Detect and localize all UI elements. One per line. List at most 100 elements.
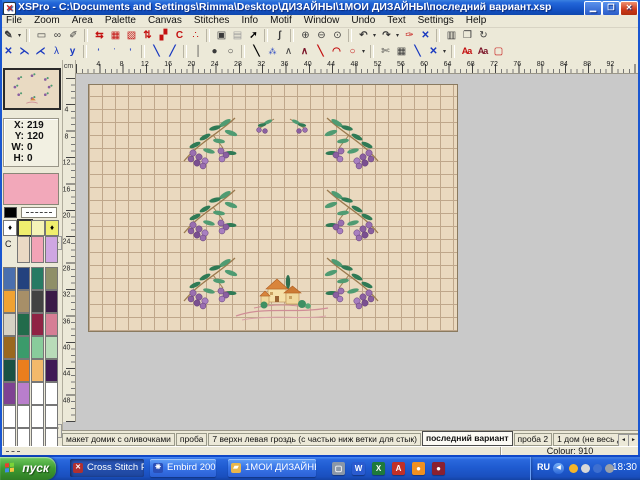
motif-flip-icon[interactable]: ⇆ [92, 29, 107, 43]
dropdown-arrow-icon[interactable]: ▾ [441, 45, 448, 59]
menu-item-palette[interactable]: Palette [99, 15, 142, 27]
palette-swatch[interactable] [3, 290, 16, 313]
palette-swatch[interactable] [3, 336, 16, 359]
path-motif[interactable] [234, 300, 330, 322]
save-file-icon[interactable]: ▥ [444, 29, 459, 43]
tray-icon[interactable] [605, 464, 614, 473]
marker-a-icon[interactable]: ╲ [410, 45, 425, 59]
sprig-motif[interactable] [286, 116, 312, 136]
minimize-button[interactable]: ▁ [584, 1, 602, 15]
menu-item-undo[interactable]: Undo [345, 15, 381, 27]
palette-swatch[interactable] [17, 267, 30, 290]
palette-swatch[interactable] [17, 290, 30, 313]
straight-stitch-icon[interactable]: │ [191, 45, 206, 59]
zoom-in-icon[interactable]: ⊕ [298, 29, 313, 43]
word-icon[interactable]: W [352, 462, 365, 475]
motif-resize-icon[interactable]: ⇅ [140, 29, 155, 43]
palette-swatch[interactable] [45, 405, 58, 428]
branch-motif[interactable] [321, 255, 383, 311]
language-indicator[interactable]: RU [537, 462, 550, 472]
fabric-tool-icon[interactable]: ▦ [394, 45, 409, 59]
palette-swatch[interactable] [31, 267, 44, 290]
dropdown-arrow-icon[interactable]: ▾ [360, 45, 367, 59]
backstitch-right-icon[interactable]: ╱ [165, 45, 180, 59]
curve-stitch-icon[interactable]: ◠ [329, 45, 344, 59]
ripper-tool-icon[interactable]: ✄ [378, 45, 393, 59]
monitor-icon[interactable]: ▢ [332, 462, 345, 475]
secondary-color-swatch[interactable] [4, 207, 17, 218]
stitch-canvas[interactable] [88, 84, 458, 332]
dropdown-arrow-icon[interactable]: ▾ [371, 29, 378, 43]
menu-item-area[interactable]: Area [66, 15, 99, 27]
delete-tool-icon[interactable]: ✕ [418, 29, 433, 43]
tray-icon[interactable] [593, 464, 602, 473]
threequarter-stitch-a-icon[interactable]: ⋋ [17, 45, 32, 59]
threequarter-stitch-b-icon[interactable]: ⋌ [33, 45, 48, 59]
menu-item-help[interactable]: Help [460, 15, 493, 27]
export-file-icon[interactable]: ❐ [460, 29, 475, 43]
motif-mirror-icon[interactable]: ▞ [156, 29, 171, 43]
scatter-tool-icon[interactable]: ∴ [188, 29, 203, 43]
rotate-tool-icon[interactable]: C [172, 29, 187, 43]
pencil-tool-icon[interactable]: ✎ [1, 29, 16, 43]
zoom-out-icon[interactable]: ⊖ [314, 29, 329, 43]
special-stitch-a-icon[interactable]: ╲ [249, 45, 264, 59]
palette-tall-swatch[interactable] [17, 236, 30, 263]
palette-swatch[interactable] [3, 405, 16, 428]
palette-swatch[interactable] [45, 359, 58, 382]
palette-swatch[interactable] [45, 313, 58, 336]
menu-item-info[interactable]: Info [235, 15, 264, 27]
close-button[interactable]: ✕ [620, 1, 638, 15]
design-preview[interactable] [3, 68, 61, 110]
diamond-cell[interactable]: ♦ [45, 220, 59, 236]
dropdown-arrow-icon[interactable]: ▾ [394, 29, 401, 43]
diamond-cell[interactable] [31, 220, 45, 236]
palette-swatch[interactable] [3, 382, 16, 405]
tray-icon[interactable] [581, 464, 590, 473]
petite-stitch-a-icon[interactable]: ʻ [91, 45, 106, 59]
palette-swatch[interactable] [31, 336, 44, 359]
palette-swatch[interactable] [31, 313, 44, 336]
full-stitch-icon[interactable]: ✕ [1, 45, 16, 59]
rect-select-tool-icon[interactable]: ▭ [34, 29, 49, 43]
branch-motif[interactable] [321, 115, 383, 171]
bead-open-icon[interactable]: ○ [223, 45, 238, 59]
palette-swatch[interactable] [17, 336, 30, 359]
motif-copy-icon[interactable]: ▦ [108, 29, 123, 43]
current-color-swatch[interactable] [3, 173, 59, 205]
pattern-tab[interactable]: последний вариант [422, 431, 513, 446]
palette-swatch[interactable] [45, 382, 58, 405]
branch-motif[interactable] [179, 115, 241, 171]
special-stitch-b-icon[interactable]: ⁂ [265, 45, 280, 59]
marker-b-icon[interactable]: ✕ [426, 45, 441, 59]
palette-swatch[interactable] [3, 313, 16, 336]
circle-stitch-icon[interactable]: ○ [345, 45, 360, 59]
backstitch-left-icon[interactable]: ╲ [149, 45, 164, 59]
palette-swatch[interactable] [17, 313, 30, 336]
diamond-cell[interactable]: ♦ [3, 220, 17, 236]
acrobat-icon[interactable]: A [392, 462, 405, 475]
print-preview-icon[interactable]: ▤ [230, 29, 245, 43]
thread-tool-icon[interactable]: ʃ [272, 29, 287, 43]
media-icon[interactable]: ● [432, 462, 445, 475]
tray-chevron-icon[interactable]: ◀ [553, 463, 564, 474]
dashed-style-button[interactable] [21, 207, 57, 218]
menu-item-canvas[interactable]: Canvas [142, 15, 188, 27]
picasa-icon[interactable]: ● [412, 462, 425, 475]
petite-stitch-b-icon[interactable]: ʾ [107, 45, 122, 59]
menu-item-stitches[interactable]: Stitches [188, 15, 236, 27]
undo-icon[interactable]: ↶ [356, 29, 371, 43]
menu-item-settings[interactable]: Settings [412, 15, 460, 27]
branch-motif[interactable] [179, 187, 241, 243]
menu-item-window[interactable]: Window [298, 15, 346, 27]
pattern-tab[interactable]: проба [176, 433, 207, 446]
branch-motif[interactable] [179, 255, 241, 311]
pattern-tab[interactable]: макет домик с оливочками [62, 433, 175, 446]
palette-swatch[interactable] [17, 405, 30, 428]
palette-swatch[interactable] [45, 336, 58, 359]
palette-swatch[interactable] [31, 359, 44, 382]
special-stitch-e-icon[interactable]: ╲ [313, 45, 328, 59]
half-stitch-icon[interactable]: y [65, 45, 80, 59]
font-large-icon[interactable]: Aa [459, 45, 474, 59]
palette-swatch[interactable] [3, 359, 16, 382]
